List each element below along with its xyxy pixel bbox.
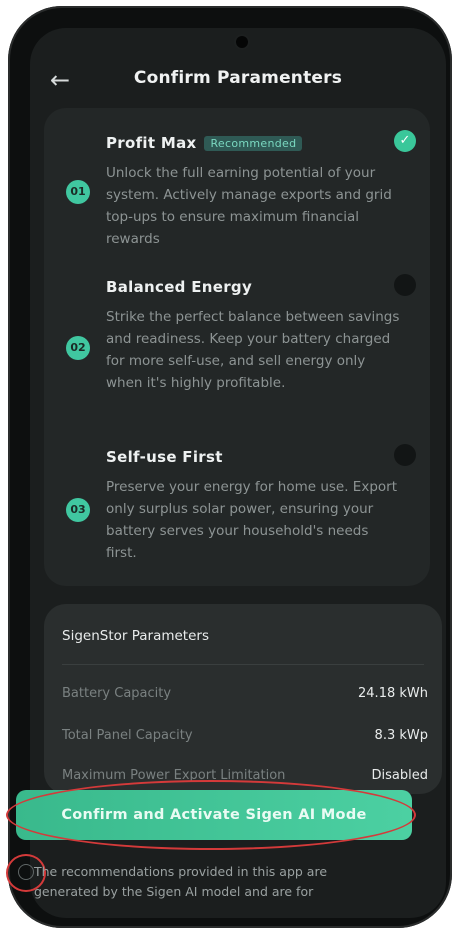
agreement-checkbox[interactable]: [18, 864, 34, 880]
parameter-label: Battery Capacity: [62, 686, 172, 701]
parameter-row: Battery Capacity 24.18 kWh: [62, 686, 428, 706]
recommended-badge: Recommended: [204, 136, 303, 151]
strategy-description: Preserve your energy for home use. Expor…: [106, 479, 398, 561]
parameters-card: SigenStor Parameters Battery Capacity 24…: [44, 604, 442, 794]
strategy-title-text: Profit Max: [106, 134, 197, 152]
front-camera: [236, 36, 248, 48]
parameter-label: Total Panel Capacity: [62, 728, 193, 743]
step-number-badge: 01: [66, 180, 90, 204]
strategy-list: Profit Max Recommended ✓ 01 Unlock the fu…: [44, 108, 430, 586]
strategy-title: Profit Max Recommended: [106, 134, 303, 152]
parameter-label: Maximum Power Export Limitation: [62, 768, 286, 783]
page-title: Confirm Paramenters: [133, 68, 343, 88]
parameters-title: SigenStor Parameters: [62, 628, 209, 644]
confirm-activate-button[interactable]: Confirm and Activate Sigen AI Mode: [16, 790, 412, 840]
parameter-value: 8.3 kWp: [374, 728, 428, 743]
parameter-value: Disabled: [371, 768, 428, 783]
strategy-title: Balanced Energy: [106, 278, 253, 296]
radio-unselected-icon[interactable]: [394, 274, 416, 296]
app-screen: ← Confirm Paramenters Profit Max Recommen…: [30, 28, 446, 918]
step-number-badge: 03: [66, 498, 90, 522]
parameter-row: Maximum Power Export Limitation Disabled: [62, 768, 428, 788]
radio-unselected-icon[interactable]: [394, 444, 416, 466]
step-number-badge: 02: [66, 336, 90, 360]
strategy-description: Strike the perfect balance between savin…: [106, 309, 400, 391]
strategy-title: Self-use First: [106, 448, 223, 466]
strategy-description: Unlock the full earning potential of you…: [106, 165, 392, 247]
strategy-option-balanced-energy[interactable]: Balanced Energy 02 Strike the perfect ba…: [44, 274, 430, 428]
divider: [62, 664, 424, 665]
strategy-option-profit-max[interactable]: Profit Max Recommended ✓ 01 Unlock the fu…: [44, 130, 430, 264]
strategy-option-self-use-first[interactable]: Self-use First 03 Preserve your energy f…: [44, 444, 430, 578]
parameter-row: Total Panel Capacity 8.3 kWp: [62, 728, 428, 748]
disclaimer-text: The recommendations provided in this app…: [34, 864, 328, 899]
top-bar: ← Confirm Paramenters: [30, 60, 446, 100]
parameter-value: 24.18 kWh: [358, 686, 428, 701]
radio-selected-icon[interactable]: ✓: [394, 130, 416, 152]
